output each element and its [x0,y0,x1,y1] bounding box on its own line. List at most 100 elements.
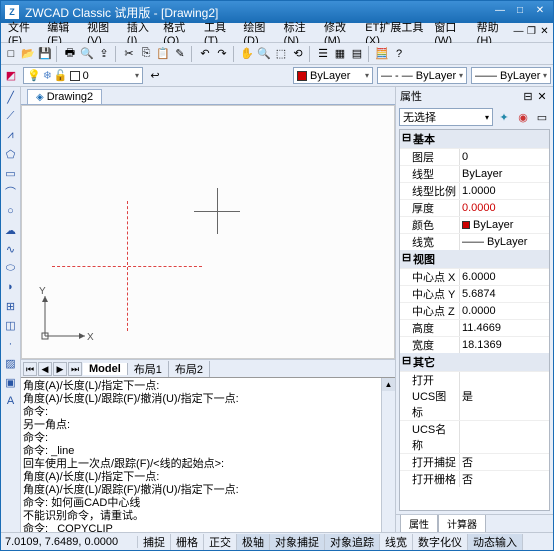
selectobj-icon[interactable]: ▭ [534,109,550,125]
tab-layout2[interactable]: 布局2 [169,361,210,377]
polygon-icon[interactable]: ⬠ [3,146,19,162]
linetype-combo[interactable]: — - — ByLayer ▾ [377,67,467,84]
preview-icon[interactable]: 🔍 [79,46,95,62]
paste-icon[interactable]: 📋 [155,46,171,62]
tab-prev-button[interactable]: ◀ [38,362,52,376]
open-icon[interactable]: 📂 [20,46,36,62]
property-value[interactable]: 否 [460,471,549,487]
property-row[interactable]: 线型比例1.0000 [400,182,549,199]
property-value[interactable] [460,421,549,453]
collapse-icon[interactable]: ⊟ [402,251,413,267]
calc-icon[interactable]: 🧮 [374,46,390,62]
insert-icon[interactable]: ⊞ [3,298,19,314]
property-value[interactable]: 0 [460,149,549,165]
close-button[interactable]: ✕ [531,5,549,19]
match-icon[interactable]: ✎ [172,46,188,62]
rectangle-icon[interactable]: ▭ [3,165,19,181]
drawing-canvas[interactable]: X Y [21,105,395,359]
color-combo[interactable]: ByLayer ▾ [293,67,373,84]
property-value[interactable]: 1.0000 [460,183,549,199]
layers-button[interactable]: ◩ [3,68,19,84]
maximize-button[interactable]: □ [511,5,529,19]
scroll-up-icon[interactable]: ▲ [382,378,395,391]
property-value[interactable]: 0.0000 [460,200,549,216]
property-value[interactable]: 是 [460,372,549,420]
cut-icon[interactable]: ✂ [121,46,137,62]
doc-restore-button[interactable]: ❐ [525,26,538,40]
tab-calculator[interactable]: 计算器 [438,515,486,532]
doc-minimize-button[interactable]: — [512,26,525,40]
point-icon[interactable]: · [3,336,19,352]
lineweight-combo[interactable]: —— ByLayer ▾ [471,67,551,84]
tab-next-button[interactable]: ▶ [53,362,67,376]
command-window[interactable]: 角度(A)/长度(L)/指定下一点:角度(A)/长度(L)/跟踪(F)/撤消(U… [21,377,395,532]
property-value[interactable]: ByLayer [460,217,549,233]
status-otrack[interactable]: 对象追踪 [325,534,380,550]
property-grid[interactable]: ⊟基本图层0线型ByLayer线型比例1.0000厚度0.0000颜色ByLay… [399,129,550,511]
toolpalettes-icon[interactable]: ▤ [349,46,365,62]
property-row[interactable]: 中心点 X6.0000 [400,268,549,285]
designcenter-icon[interactable]: ▦ [332,46,348,62]
property-row[interactable]: 图层0 [400,148,549,165]
revcloud-icon[interactable]: ☁ [3,222,19,238]
doc-close-button[interactable]: ✕ [538,26,551,40]
ellipse-icon[interactable]: ⬭ [3,260,19,276]
arc-icon[interactable]: ⌒ [3,184,19,200]
status-osnap[interactable]: 对象捕捉 [270,534,325,550]
property-row[interactable]: 打开UCS图标是 [400,371,549,420]
circle-icon[interactable]: ○ [3,203,19,219]
undo-icon[interactable]: ↶ [197,46,213,62]
print-icon[interactable]: 🖶 [62,46,78,62]
zoom-win-icon[interactable]: ⬚ [273,46,289,62]
property-value[interactable]: 18.1369 [460,337,549,353]
command-scrollbar[interactable]: ▲ [381,378,395,532]
status-polar[interactable]: 极轴 [237,534,270,550]
new-icon[interactable]: □ [3,46,19,62]
status-ortho[interactable]: 正交 [204,534,237,550]
property-row[interactable]: UCS名称 [400,420,549,453]
status-lwt[interactable]: 线宽 [380,534,413,550]
layer-prev-icon[interactable]: ↩ [147,68,163,84]
palette-close-button[interactable]: ✕ [535,90,549,103]
property-value[interactable]: 否 [460,454,549,470]
property-row[interactable]: 中心点 Y5.6874 [400,285,549,302]
tab-layout1[interactable]: 布局1 [128,361,169,377]
property-row[interactable]: 厚度0.0000 [400,199,549,216]
quickselect-icon[interactable]: ✦ [496,109,512,125]
property-value[interactable]: 6.0000 [460,269,549,285]
tab-first-button[interactable]: ⏮ [23,362,37,376]
xline-icon[interactable]: ⟋ [3,108,19,124]
region-icon[interactable]: ▣ [3,374,19,390]
property-row[interactable]: 线宽—— ByLayer [400,233,549,250]
line-icon[interactable]: ╱ [3,89,19,105]
property-row[interactable]: 高度11.4669 [400,319,549,336]
status-dyn[interactable]: 动态输入 [468,534,523,550]
tab-model[interactable]: Model [83,363,128,375]
pan-icon[interactable]: ✋ [239,46,255,62]
spline-icon[interactable]: ∿ [3,241,19,257]
property-category[interactable]: ⊟其它 [400,353,549,371]
tab-last-button[interactable]: ⏭ [68,362,82,376]
document-tab[interactable]: ◈ Drawing2 [27,89,102,104]
block-icon[interactable]: ◫ [3,317,19,333]
zoom-rt-icon[interactable]: 🔍 [256,46,272,62]
collapse-icon[interactable]: ⊟ [402,131,413,147]
property-value[interactable]: 0.0000 [460,303,549,319]
status-grid[interactable]: 栅格 [171,534,204,550]
property-category[interactable]: ⊟基本 [400,130,549,148]
palette-autohide-button[interactable]: ⊟ [521,90,535,103]
property-value[interactable]: 5.6874 [460,286,549,302]
pickadd-icon[interactable]: ◉ [515,109,531,125]
help-icon[interactable]: ? [391,46,407,62]
pline-icon[interactable]: ⩘ [3,127,19,143]
property-value[interactable]: 11.4669 [460,320,549,336]
hatch-icon[interactable]: ▨ [3,355,19,371]
save-icon[interactable]: 💾 [37,46,53,62]
props-icon[interactable]: ☰ [315,46,331,62]
property-row[interactable]: 宽度18.1369 [400,336,549,353]
status-digitizer[interactable]: 数字化仪 [413,534,468,550]
selection-combo[interactable]: 无选择 ▾ [399,108,493,126]
property-category[interactable]: ⊟视图 [400,250,549,268]
property-row[interactable]: 线型ByLayer [400,165,549,182]
property-value[interactable]: —— ByLayer [460,234,549,250]
